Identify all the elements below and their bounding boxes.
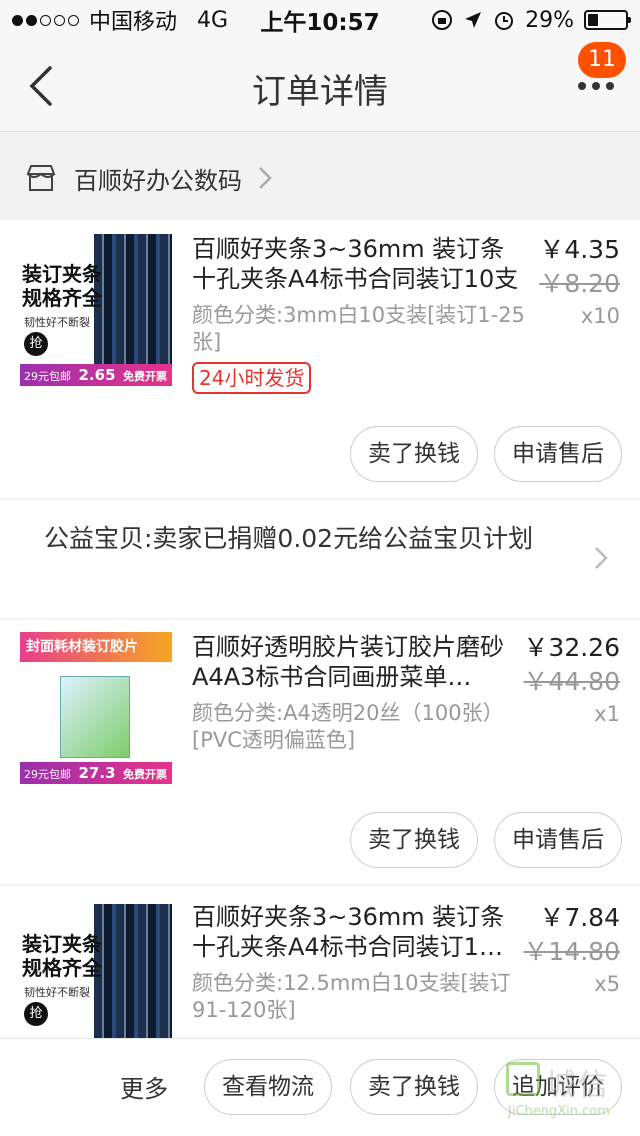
product-image[interactable]: 装订夹条 规格齐全 韧性好不断裂 抢 29元包邮 2.65 免费开票 [20,234,172,386]
after-sales-button[interactable]: 申请售后 [494,426,622,482]
location-icon [465,12,482,28]
page-title: 订单详情 [252,72,388,112]
chevron-right-icon [259,167,272,189]
battery-icon [584,10,631,30]
product-image-caption: 韧性好不断裂 [24,316,90,329]
product-image[interactable]: 装订夹条 规格齐全 韧性好不断裂 抢 [20,904,172,1038]
quantity: x5 [594,972,620,996]
sell-button[interactable]: 卖了换钱 [350,812,478,868]
after-sales-button[interactable]: 申请售后 [494,812,622,868]
quantity: x10 [580,304,620,328]
order-item-2[interactable]: 封面耗材装订胶片 29元包邮 27.3 免费开票 百顺好透明胶片装订胶片磨砂A4… [0,620,640,884]
product-image-caption: 装订夹条 规格齐全 [22,262,102,310]
signal-strength-icon [12,14,79,26]
sell-button[interactable]: 卖了换钱 [350,426,478,482]
notification-badge: 11 [578,42,626,78]
product-image-caption: 29元包邮 [24,370,71,383]
product-spec: 颜色分类:12.5mm白10支装[装订91-120张] [192,971,511,1022]
watermark-logo: 城信 JiChengXin.com [506,1058,630,1128]
product-image-caption: 2.65 [78,366,116,384]
price-current: ￥4.35 [539,235,620,264]
watermark-text: 城信 [546,1068,610,1103]
charity-text: 公益宝贝:卖家已捐赠0.02元给公益宝贝计划 [44,524,534,553]
price-original: ￥44.80 [523,667,620,696]
shipping-tag: 24小时发货 [192,362,312,394]
order-item-1[interactable]: 装订夹条 规格齐全 韧性好不断裂 抢 29元包邮 2.65 免费开票 百顺好夹条3… [0,220,640,498]
product-image[interactable]: 封面耗材装订胶片 29元包邮 27.3 免费开票 [20,632,172,784]
price-current: ￥32.26 [523,633,620,662]
product-spec: 颜色分类:A4透明20丝（100张）[PVC透明偏蓝色] [192,701,504,752]
product-image-caption: 装订夹条 规格齐全 [22,932,102,980]
price-original: ￥8.20 [539,269,620,298]
charity-row[interactable]: 公益宝贝:卖家已捐赠0.02元给公益宝贝计划 [0,500,640,618]
nav-bar: 订单详情 11 [0,40,640,132]
product-title[interactable]: 百顺好夹条3~36mm 装订条十孔夹条A4标书合同装订10支装 [192,234,526,294]
sell-button[interactable]: 卖了换钱 [350,1059,478,1115]
product-image-caption: 封面耗材装订胶片 [20,632,172,662]
product-image-caption: 抢 [29,336,43,351]
product-image-caption: 29元包邮 [24,768,71,781]
product-title[interactable]: 百顺好透明胶片装订胶片磨砂A4A3标书合同画册菜单… [192,632,526,692]
carrier-label: 中国移动 [89,10,178,35]
product-image-caption: 韧性好不断裂 [24,986,90,999]
more-button[interactable]: 更多 [120,1069,168,1104]
product-image-caption: 免费开票 [123,768,168,781]
view-logistics-button[interactable]: 查看物流 [204,1059,332,1115]
price-current: ￥7.84 [539,903,620,932]
alarm-icon [495,12,514,30]
price-original: ￥14.80 [523,937,620,966]
network-label: 4G [197,7,229,33]
shop-row[interactable]: 百顺好办公数码 [0,146,640,210]
battery-percent: 29% [525,7,574,33]
watermark-url: JiChengXin.com [508,1104,610,1119]
product-spec: 颜色分类:3mm白10支装[装订1-25张] [192,303,525,354]
clock: 上午10:57 [260,10,380,36]
rotation-lock-icon [432,10,453,30]
product-image-caption: 抢 [29,1006,43,1021]
quantity: x1 [594,702,620,726]
chevron-right-icon [595,547,608,569]
store-icon [26,165,56,191]
shop-name: 百顺好办公数码 [74,166,242,195]
product-image-caption: 27.3 [78,764,116,782]
product-image-caption: 免费开票 [123,370,168,383]
product-title[interactable]: 百顺好夹条3~36mm 装订条十孔夹条A4标书合同装订1… [192,902,526,962]
status-bar: 中国移动 4G 上午10:57 29% [0,0,640,40]
order-item-3[interactable]: 装订夹条 规格齐全 韧性好不断裂 抢 百顺好夹条3~36mm 装订条十孔夹条A4标… [0,886,640,1038]
